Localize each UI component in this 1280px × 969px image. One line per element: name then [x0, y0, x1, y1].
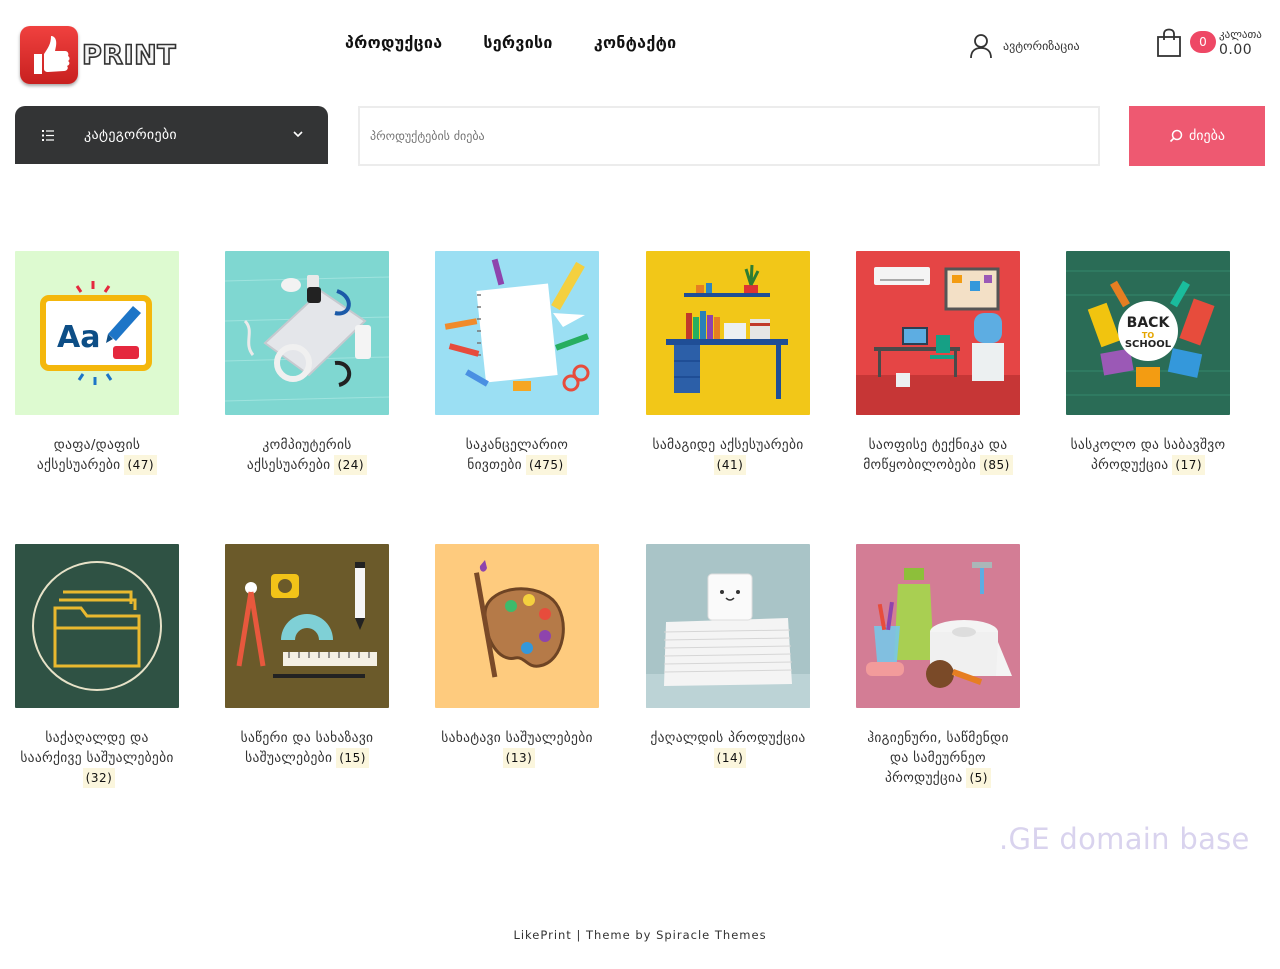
- category-name: სახატავი საშუალებები: [441, 730, 593, 746]
- folder-icon: [15, 544, 179, 708]
- category-card[interactable]: საოფისე ტექნიკა და მოწყობილობები (85): [856, 251, 1020, 475]
- nav-item-service[interactable]: სერვისი: [483, 33, 552, 52]
- svg-text:Aa: Aa: [57, 320, 100, 355]
- search-button[interactable]: ძიება: [1129, 106, 1265, 166]
- category-card[interactable]: BACK TO SCHOOL სასკოლო და საბავშვო პროდუ…: [1066, 251, 1230, 475]
- paper-stack-icon: [646, 544, 810, 708]
- category-card[interactable]: სამაგიდე აქსესუარები (41): [646, 251, 810, 475]
- category-count-badge: (47): [124, 455, 158, 475]
- chevron-down-icon: [293, 131, 303, 138]
- category-count-badge: (13): [502, 748, 536, 768]
- laptop-accessories-icon: [225, 251, 389, 415]
- cart-count-badge: 0: [1190, 31, 1216, 53]
- user-icon: [970, 34, 992, 59]
- nav-item-contact[interactable]: კონტაქტი: [594, 33, 677, 52]
- category-card[interactable]: ჰიგიენური, საწმენდი და სამეურნეო პროდუქც…: [856, 544, 1020, 788]
- categories-label: კატეგორიები: [84, 127, 177, 143]
- categories-dropdown[interactable]: კატეგორიები: [15, 106, 328, 164]
- list-icon: [42, 129, 54, 141]
- search-icon: [1169, 129, 1183, 143]
- category-count-badge: (14): [713, 748, 747, 768]
- category-name: სამაგიდე აქსესუარები: [652, 437, 804, 453]
- svg-text:BACK: BACK: [1127, 315, 1171, 331]
- back-to-school-icon: BACK TO SCHOOL: [1066, 251, 1230, 415]
- category-count-badge: (5): [966, 768, 991, 788]
- svg-text:SCHOOL: SCHOOL: [1125, 339, 1172, 350]
- category-card[interactable]: სახატავი საშუალებები (13): [435, 544, 599, 768]
- logo-text: PRINT: [81, 39, 177, 72]
- footer-credits[interactable]: LikePrint | Theme by Spiracle Themes: [0, 928, 1280, 942]
- category-card[interactable]: საწერი და სახაზავი საშუალებები (15): [225, 544, 389, 768]
- search-button-label: ძიება: [1188, 128, 1226, 144]
- hygiene-icon: [856, 544, 1020, 708]
- drawing-tools-icon: [225, 544, 389, 708]
- category-count-badge: (32): [82, 768, 116, 788]
- category-card[interactable]: საკანცელარიო ნივთები (475): [435, 251, 599, 475]
- login-link[interactable]: ავტორიზაცია: [969, 33, 1080, 59]
- category-count-badge: (15): [336, 748, 369, 768]
- category-card[interactable]: Aa დაფა/დაფის აქსესუარები (47): [15, 251, 179, 475]
- category-count-badge: (17): [1172, 455, 1206, 475]
- desk-icon: [646, 251, 810, 415]
- office-room-icon: [856, 251, 1020, 415]
- thumbs-up-icon: [20, 26, 78, 84]
- nav-item-products[interactable]: პროდუქცია: [345, 33, 442, 52]
- search-input[interactable]: [358, 106, 1100, 166]
- watermark-text: .GE domain base: [999, 822, 1250, 856]
- cart-total: 0.00: [1219, 42, 1253, 58]
- category-count-badge: (24): [334, 455, 368, 475]
- whiteboard-icon: Aa: [15, 251, 179, 415]
- paint-palette-icon: [435, 544, 599, 708]
- category-count-badge: (85): [980, 455, 1013, 475]
- cart-label: კალათა: [1219, 28, 1262, 41]
- category-name: საქაღალდე და საარქივე საშუალებები: [20, 730, 174, 766]
- category-card[interactable]: საქაღალდე და საარქივე საშუალებები(32): [15, 544, 179, 788]
- category-count-badge: (41): [713, 455, 747, 475]
- login-label: ავტორიზაცია: [1003, 39, 1080, 53]
- notepad-stationery-icon: [435, 251, 599, 415]
- cart-button[interactable]: 0 კალათა 0.00: [1156, 28, 1266, 64]
- category-card[interactable]: ქაღალდის პროდუქცია (14): [646, 544, 810, 768]
- category-count-badge: (475): [525, 455, 567, 475]
- category-card[interactable]: კომპიუტერის აქსესუარები (24): [225, 251, 389, 475]
- category-name: ქაღალდის პროდუქცია: [650, 730, 806, 746]
- main-nav: პროდუქცია სერვისი კონტაქტი: [345, 33, 676, 52]
- shopping-bag-icon: [1157, 28, 1181, 57]
- site-logo[interactable]: PRINT: [20, 24, 190, 86]
